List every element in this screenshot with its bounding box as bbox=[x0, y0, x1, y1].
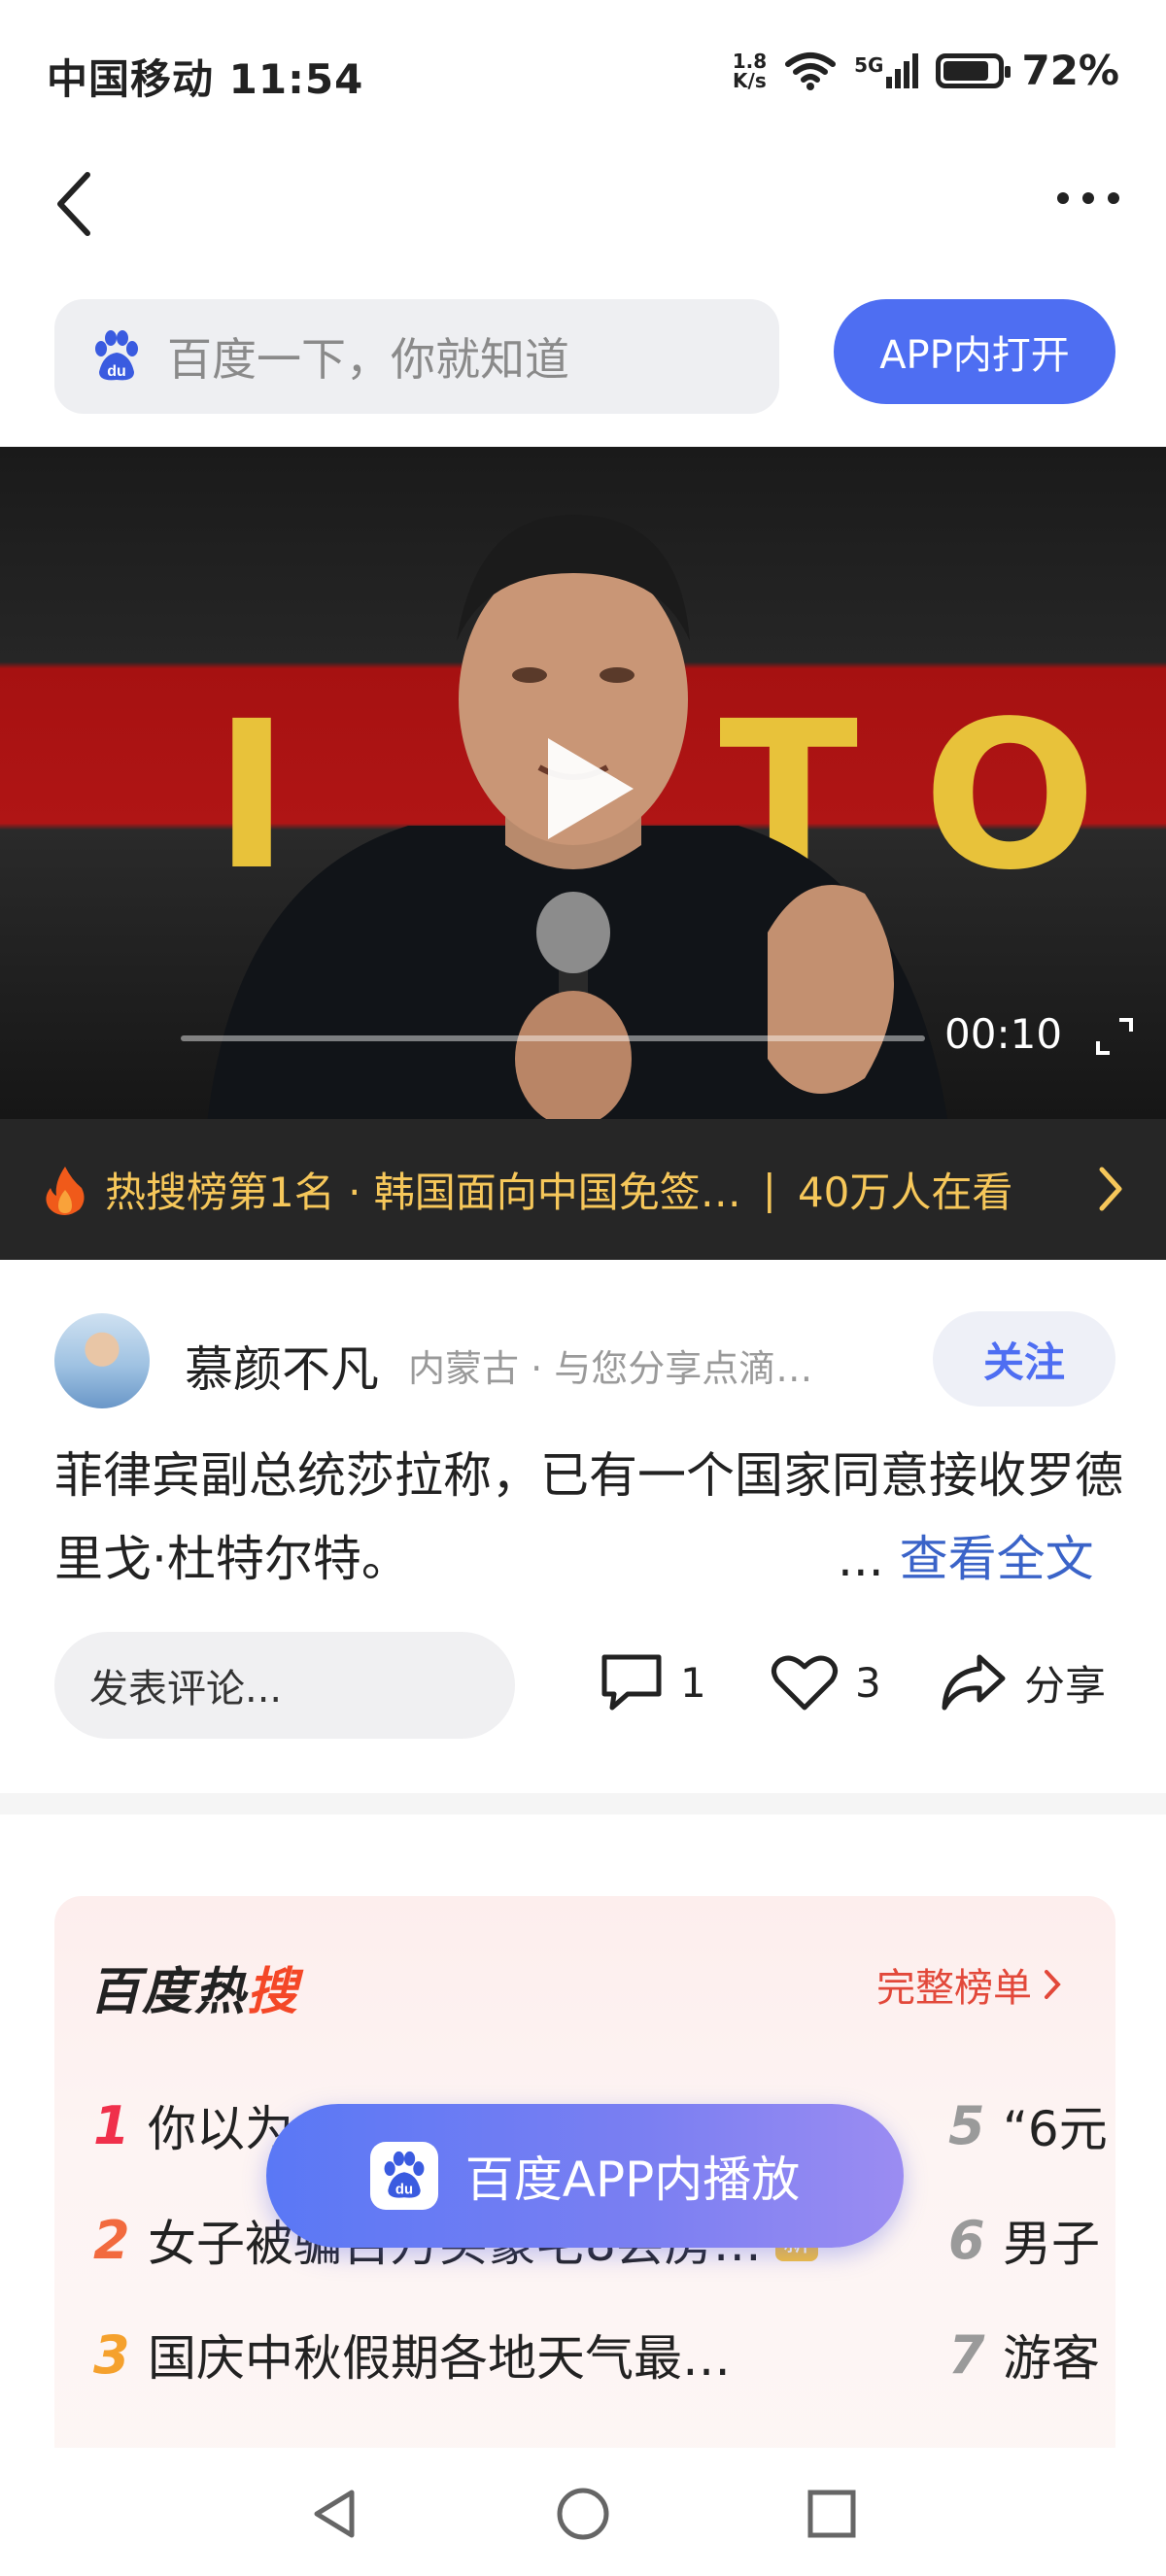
avatar[interactable] bbox=[54, 1313, 150, 1408]
fullscreen-icon[interactable] bbox=[1094, 1016, 1135, 1057]
carrier-time: 中国移动 11:54 bbox=[47, 55, 364, 103]
nav-back-icon[interactable] bbox=[309, 2487, 360, 2541]
back-arrow-icon[interactable] bbox=[49, 165, 107, 243]
follow-button[interactable]: 关注 bbox=[933, 1311, 1115, 1407]
chevron-right-icon bbox=[1099, 1167, 1122, 1211]
share-button[interactable]: 分享 bbox=[939, 1651, 1106, 1713]
comment-button[interactable]: 1 bbox=[599, 1651, 706, 1713]
more-options-icon[interactable] bbox=[1057, 192, 1119, 204]
hot-list-item[interactable]: 3 国庆中秋假期各地天气最… bbox=[54, 2320, 731, 2390]
full-list-link[interactable]: 完整榜单 bbox=[876, 1956, 1061, 2013]
hot-search-banner[interactable]: 热搜榜第1名 · 韩国面向中国免签… | 40万人在看 bbox=[0, 1119, 1166, 1260]
video-progress-bar[interactable] bbox=[181, 1035, 925, 1041]
svg-text:du: du bbox=[395, 2183, 413, 2198]
author-meta: 内蒙古 · 与您分享点滴… bbox=[408, 1347, 813, 1390]
battery-icon bbox=[936, 52, 1012, 88]
open-in-app-button[interactable]: APP内打开 bbox=[834, 299, 1115, 404]
play-icon[interactable] bbox=[548, 738, 634, 839]
play-in-app-button[interactable]: du 百度APP内播放 bbox=[266, 2104, 904, 2248]
separator: | bbox=[762, 1166, 776, 1213]
comment-count: 1 bbox=[680, 1658, 706, 1707]
hot-list-item[interactable]: 7 游客 bbox=[948, 2320, 1100, 2390]
hot-list-item[interactable]: 6 男子 bbox=[948, 2205, 1100, 2275]
like-button[interactable]: 3 bbox=[770, 1651, 881, 1713]
video-duration: 00:10 bbox=[944, 1010, 1063, 1058]
cell-signal-icon: 5G bbox=[854, 52, 919, 88]
comment-icon bbox=[601, 1654, 662, 1711]
flame-icon bbox=[46, 1166, 85, 1215]
battery-percent: 72% bbox=[1021, 47, 1119, 94]
share-icon bbox=[942, 1654, 1006, 1711]
nav-bar bbox=[0, 146, 1166, 272]
hot-list-logo: 百度热搜 bbox=[89, 1963, 300, 2021]
baidu-paw-icon: du bbox=[95, 330, 138, 381]
play-in-app-label: 百度APP内播放 bbox=[464, 2152, 801, 2208]
system-navigation-bar bbox=[0, 2448, 1166, 2576]
network-speed: 1.8 K/s bbox=[732, 49, 768, 92]
section-divider bbox=[0, 1793, 1166, 1814]
comment-input[interactable]: 发表评论... bbox=[54, 1632, 515, 1739]
hot-list-item[interactable]: 1 你以为 bbox=[54, 2090, 293, 2160]
hot-rank-text: 热搜榜第1名 · 韩国面向中国免签… bbox=[105, 1169, 741, 1216]
status-icons: 1.8 K/s 5G 72% bbox=[733, 47, 1119, 94]
search-box[interactable]: du 百度一下，你就知道 bbox=[54, 299, 779, 414]
like-count: 3 bbox=[855, 1658, 881, 1707]
nav-home-icon[interactable] bbox=[556, 2487, 610, 2541]
nav-recents-icon[interactable] bbox=[806, 2487, 857, 2541]
chevron-right-icon bbox=[1045, 1970, 1061, 1999]
video-player[interactable]: I T O 00:10 bbox=[0, 447, 1166, 1119]
read-more-link[interactable]: 查看全文 bbox=[900, 1531, 1094, 1587]
heart-icon bbox=[772, 1655, 838, 1711]
share-label: 分享 bbox=[1024, 1661, 1107, 1710]
baidu-app-icon: du bbox=[369, 2142, 438, 2210]
svg-text:du: du bbox=[107, 363, 126, 380]
read-more[interactable]: ... 查看全文 bbox=[838, 1517, 1094, 1601]
viewer-count: 40万人在看 bbox=[797, 1169, 1013, 1216]
author-name[interactable]: 慕颜不凡 bbox=[185, 1331, 379, 1401]
hot-list-item[interactable]: 5 “6元 bbox=[948, 2090, 1108, 2160]
wifi-icon bbox=[785, 51, 837, 90]
status-bar: 中国移动 11:54 1.8 K/s 5G 72% bbox=[0, 0, 1166, 146]
search-placeholder: 百度一下，你就知道 bbox=[167, 333, 569, 386]
